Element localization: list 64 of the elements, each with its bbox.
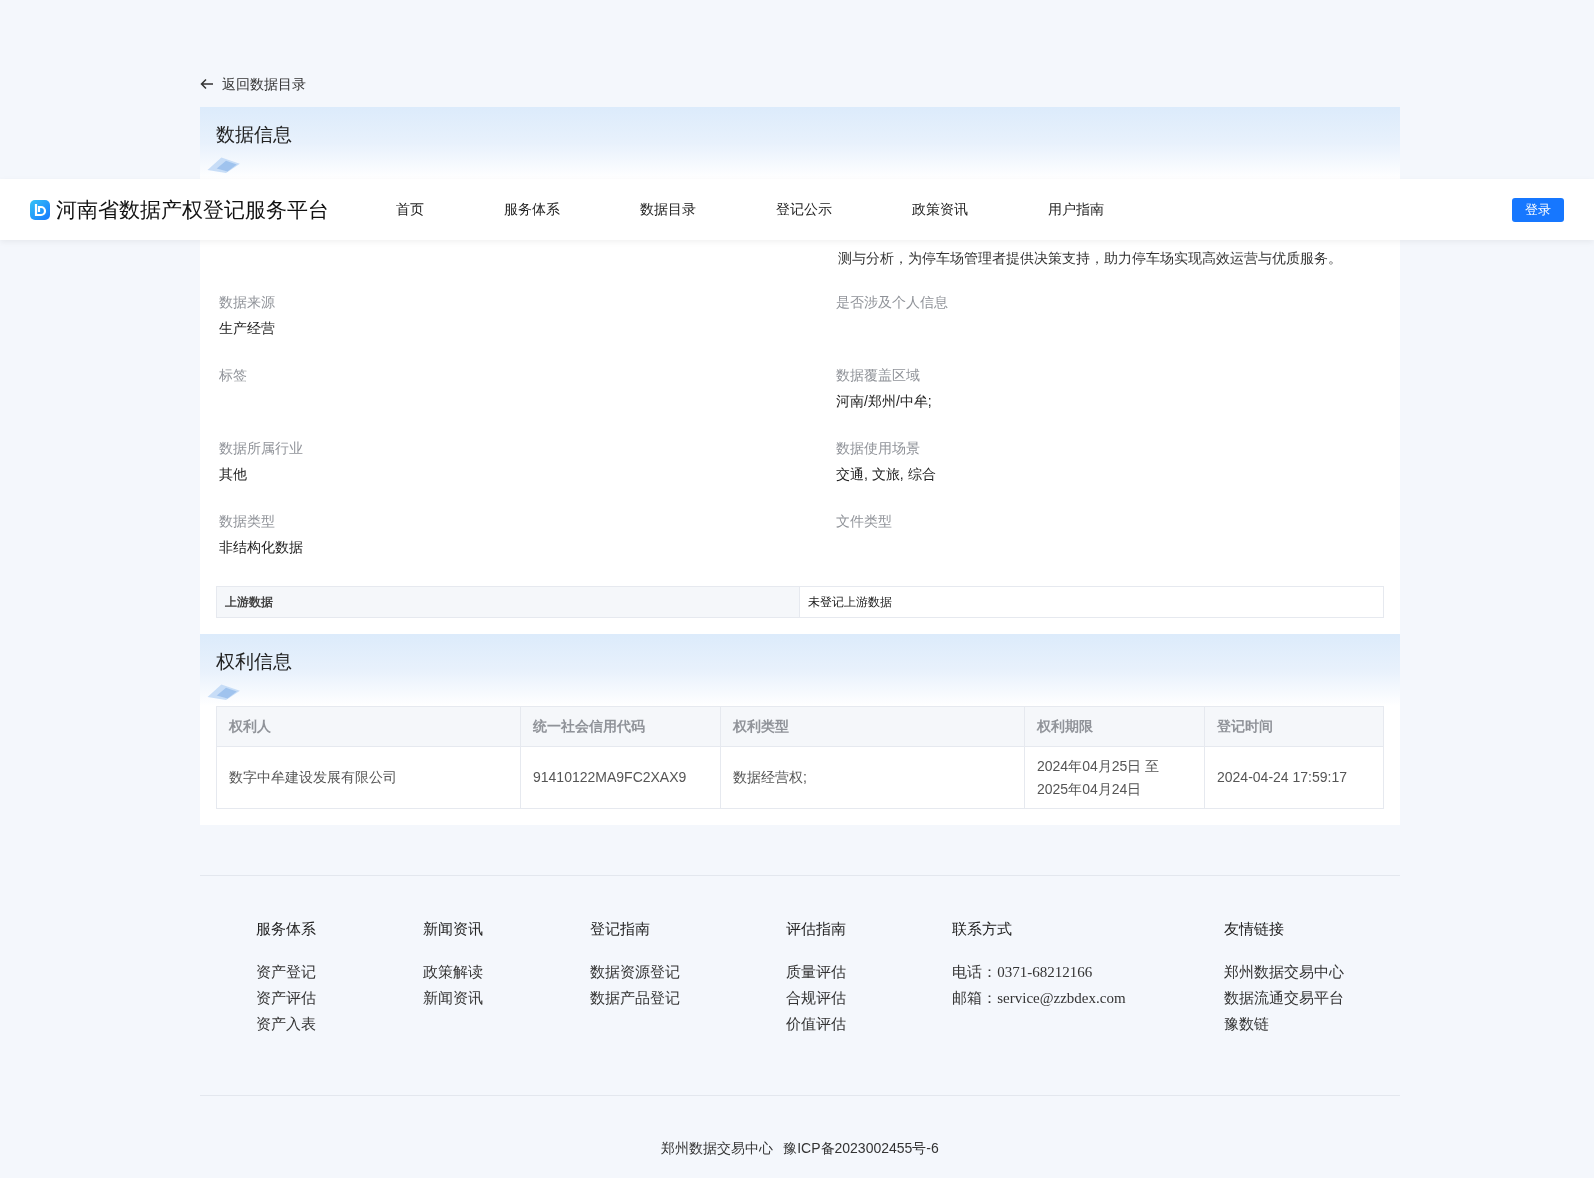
field-label: 数据来源 bbox=[219, 293, 276, 312]
logo-icon bbox=[30, 199, 50, 220]
footer-link[interactable]: 资产登记 bbox=[256, 958, 423, 985]
footer-link[interactable]: 价值评估 bbox=[785, 1010, 953, 1037]
contact-value: 0371-68212166 bbox=[997, 962, 1093, 982]
table-cell-text: 未登记上游数据 bbox=[807, 594, 893, 611]
contact-value: service@zzbdex.com bbox=[997, 988, 1126, 1008]
column-header: 权利类型 bbox=[720, 706, 1025, 747]
footer-heading: 服务体系 bbox=[256, 919, 317, 939]
nav-link[interactable]: 服务体系 bbox=[504, 199, 640, 220]
site-title: 河南省数据产权登记服务平台 bbox=[56, 196, 330, 223]
copyright-text: 豫ICP备2023002455号-6 bbox=[783, 1139, 939, 1158]
table-cell: 91410122MA9FC2XAX9 bbox=[520, 746, 721, 809]
table-cell: 2024年04月25日 至 2025年04月24日 bbox=[1024, 746, 1205, 809]
column-header: 权利期限 bbox=[1024, 706, 1205, 747]
contact-label: 邮箱： bbox=[952, 987, 998, 1008]
column-header: 统一社会信用代码 bbox=[520, 706, 721, 747]
footer-link[interactable]: 新闻资讯 bbox=[422, 984, 591, 1011]
back-arrow-icon bbox=[200, 77, 214, 91]
field-label: 文件类型 bbox=[836, 512, 893, 531]
field-label: 数据类型 bbox=[219, 512, 276, 531]
field-value: 非结构化数据 bbox=[219, 538, 304, 557]
field-label: 数据所属行业 bbox=[219, 439, 304, 458]
column-header: 登记时间 bbox=[1204, 706, 1384, 747]
footer-link[interactable]: 合规评估 bbox=[785, 984, 953, 1011]
footer-link[interactable]: 资产评估 bbox=[256, 984, 423, 1011]
field-value: 其他 bbox=[219, 465, 248, 484]
nav-link[interactable]: 首页 bbox=[396, 199, 504, 220]
footer-link[interactable]: 豫数链 bbox=[1224, 1010, 1344, 1037]
field-label: 标签 bbox=[219, 366, 248, 385]
field-label: 是否涉及个人信息 bbox=[836, 293, 949, 312]
column-header: 权利人 bbox=[216, 706, 521, 747]
section-title: 数据信息 bbox=[216, 123, 292, 147]
field-value: 交通, 文旅, 综合 bbox=[836, 465, 937, 484]
login-button[interactable]: 登录 bbox=[1512, 197, 1564, 222]
table-header-cell: 上游数据 bbox=[217, 587, 800, 617]
footer-link[interactable]: 郑州数据交易中心 bbox=[1224, 958, 1344, 985]
description-text: 测与分析，为停车场管理者提供决策支持，助力停车场实现高效运营与优质服务。 bbox=[837, 249, 1343, 268]
section-title: 权利信息 bbox=[216, 650, 292, 674]
copyright-text: 郑州数据交易中心 bbox=[661, 1139, 774, 1158]
footer-heading: 联系方式 bbox=[952, 919, 1014, 939]
table-cell: 2024-04-24 17:59:17 bbox=[1204, 746, 1384, 809]
back-link[interactable]: 返回数据目录 bbox=[200, 72, 306, 96]
field-label: 数据覆盖区域 bbox=[836, 366, 921, 385]
nav-link[interactable]: 登记公示 bbox=[776, 199, 912, 220]
footer-heading: 登记指南 bbox=[590, 919, 652, 939]
nav-link[interactable]: 数据目录 bbox=[640, 199, 776, 220]
footer-heading: 新闻资讯 bbox=[422, 919, 484, 939]
footer-link[interactable]: 数据产品登记 bbox=[590, 984, 786, 1011]
field-value: 河南/郑州/中牟; bbox=[836, 392, 933, 411]
footer-link[interactable]: 数据流通交易平台 bbox=[1224, 984, 1344, 1011]
contact-label: 电话： bbox=[952, 961, 998, 982]
footer-link[interactable]: 政策解读 bbox=[422, 958, 591, 985]
field-label: 数据使用场景 bbox=[836, 439, 921, 458]
footer-heading: 友情链接 bbox=[1224, 919, 1285, 939]
footer-link[interactable]: 资产入表 bbox=[256, 1010, 423, 1037]
footer-link[interactable]: 质量评估 bbox=[785, 958, 953, 985]
field-value: 生产经营 bbox=[219, 319, 276, 338]
table-cell: 数字中牟建设发展有限公司 bbox=[216, 746, 521, 809]
nav-link[interactable]: 政策资讯 bbox=[912, 199, 1048, 220]
nav-link[interactable]: 用户指南 bbox=[1048, 199, 1184, 220]
footer-heading: 评估指南 bbox=[785, 919, 847, 939]
table-cell: 数据经营权; bbox=[720, 746, 1025, 809]
footer-link[interactable]: 数据资源登记 bbox=[590, 958, 786, 985]
